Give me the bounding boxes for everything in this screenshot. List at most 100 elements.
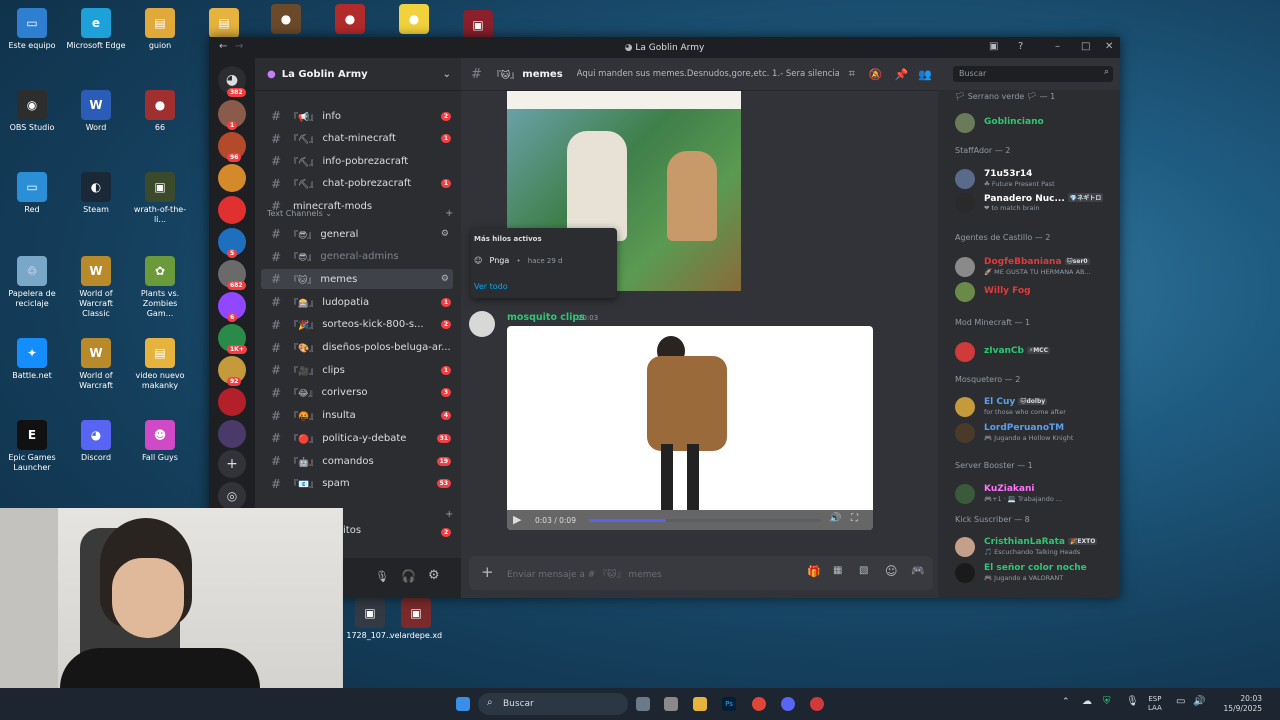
- desktop-icon[interactable]: W Word: [66, 90, 126, 133]
- desktop-icon[interactable]: ◐ Steam: [66, 172, 126, 215]
- channel-item[interactable]: # 『🤖』 comandos 19: [261, 451, 453, 471]
- desktop-icon[interactable]: ♲ Papelera de reciclaje: [2, 256, 62, 309]
- play-icon[interactable]: ▶: [513, 513, 521, 526]
- discord-taskbar-icon[interactable]: [781, 697, 795, 711]
- gift-icon[interactable]: 🎁: [807, 565, 821, 578]
- channel-settings-gear-icon[interactable]: ⚙: [441, 229, 449, 239]
- clock[interactable]: 20:03 15/9/2025: [1222, 694, 1262, 714]
- video-progress-track[interactable]: [589, 519, 821, 522]
- member-item[interactable]: zIvanCb ⚡MCC: [955, 341, 1115, 363]
- help-icon[interactable]: ?: [1018, 41, 1023, 52]
- threads-icon[interactable]: ⌗: [849, 67, 855, 81]
- cloud-icon[interactable]: ☁: [1082, 696, 1092, 707]
- taskbar-app-icon[interactable]: [664, 697, 678, 711]
- channel-settings-gear-icon[interactable]: ⚙: [441, 274, 449, 284]
- inbox-icon[interactable]: ▣: [989, 41, 998, 52]
- volume-icon[interactable]: 🔊: [829, 513, 841, 524]
- channel-item[interactable]: # 『🐱』 memes ⚙: [261, 269, 453, 290]
- microphone-icon[interactable]: 🎙: [375, 570, 389, 583]
- member-item[interactable]: El Cuy 🐱dolby for those who come after: [955, 396, 1115, 418]
- chevron-up-icon[interactable]: ⌃: [1062, 697, 1070, 707]
- attach-plus-icon[interactable]: +: [481, 563, 494, 581]
- photoshop-icon[interactable]: Ps: [722, 697, 736, 711]
- apps-controller-icon[interactable]: 🎮: [911, 564, 925, 577]
- desktop-icon[interactable]: ●: [256, 4, 316, 37]
- channel-item[interactable]: # 『😎』 general ⚙: [261, 224, 453, 244]
- server-icon[interactable]: [218, 164, 246, 192]
- channel-item[interactable]: # 『⛏』 chat-pobrezacraft 1: [261, 174, 453, 194]
- channel-item[interactable]: # 『🤬』 insulta 4: [261, 406, 453, 426]
- language-indicator[interactable]: ESP LAA: [1148, 695, 1162, 713]
- member-item[interactable]: KuZiakani 🎮+1 · 💻 Trabajando ...: [955, 483, 1115, 505]
- desktop-icon[interactable]: ◕ Discord: [66, 420, 126, 463]
- mute-bell-icon[interactable]: 🔕: [869, 68, 883, 81]
- channel-item[interactable]: # 『🎰』 ludopatia 1: [261, 292, 453, 312]
- search-input[interactable]: Buscar ⌕: [953, 66, 1113, 82]
- message-input-box[interactable]: + Enviar mensaje a # 『🐱』 memes 🎁 ▦ ▧ ☺ 🎮: [469, 556, 933, 590]
- desktop-icon[interactable]: W World of Warcraft: [66, 338, 126, 391]
- volume-tray-icon[interactable]: 🔊: [1193, 696, 1205, 707]
- headphones-icon[interactable]: 🎧: [401, 569, 416, 583]
- member-item[interactable]: CristhianLaRata 🎉EXTO 🎵 Escuchando Talking…: [955, 536, 1115, 558]
- member-item[interactable]: Goblinciano: [955, 112, 1115, 134]
- member-item[interactable]: 71u53r14 ☘ Future Present Past: [955, 168, 1115, 190]
- channel-item[interactable]: # 『⛏』 info-pobrezacraft: [261, 151, 453, 171]
- desktop-icon[interactable]: E Epic Games Launcher: [2, 420, 62, 473]
- server-icon[interactable]: [218, 388, 246, 416]
- desktop-icon[interactable]: ▭ Red: [2, 172, 62, 215]
- channel-item[interactable]: # 『📢』 info 2: [261, 106, 453, 126]
- maximize-button[interactable]: □: [1081, 41, 1090, 52]
- taskbar-search[interactable]: ⌕ Buscar: [478, 693, 628, 715]
- chrome-icon[interactable]: [752, 697, 766, 711]
- thread-item[interactable]: ☺ Pnga • hace 29 d: [474, 255, 614, 271]
- channel-item[interactable]: # 『📧』 spam 53: [261, 474, 453, 494]
- channel-item[interactable]: # 『⛏』 chat-minecraft 1: [261, 129, 453, 149]
- partial-channel[interactable]: itos: [343, 525, 361, 536]
- member-item[interactable]: Panadero Nuc... 💎ネギトロ ❤ to match brain: [955, 192, 1115, 214]
- channel-topic[interactable]: Aqui manden sus memes.Desnudos,gore,etc.…: [577, 69, 839, 79]
- taskbar-app-icon-2[interactable]: [810, 697, 824, 711]
- minimize-button[interactable]: –: [1055, 41, 1060, 52]
- desktop-icon[interactable]: ●: [384, 4, 444, 37]
- emoji-icon[interactable]: ☺: [885, 564, 898, 578]
- author-avatar[interactable]: [469, 311, 495, 337]
- discover-button[interactable]: ◎: [218, 482, 246, 510]
- desktop-icon[interactable]: ☻ Fall Guys: [130, 420, 190, 463]
- desktop-icon[interactable]: ▤ guion: [130, 8, 190, 51]
- mic-tray-icon[interactable]: 🎙: [1126, 696, 1139, 707]
- desktop-icon[interactable]: ✦ Battle.net: [2, 338, 62, 381]
- fullscreen-icon[interactable]: ⛶: [851, 513, 858, 524]
- server-icon[interactable]: [218, 420, 246, 448]
- gif-icon[interactable]: ▦: [833, 565, 842, 576]
- desktop-icon[interactable]: ● 66: [130, 90, 190, 133]
- member-item[interactable]: El señor color noche 🎮 Jugando a VALORANT: [955, 562, 1115, 584]
- channel-item[interactable]: # 『🎨』 diseños-polos-beluga-ar...: [261, 338, 453, 358]
- file-explorer-icon[interactable]: [693, 697, 707, 711]
- member-item[interactable]: Willy Fog: [955, 281, 1115, 303]
- create-channel-icon[interactable]: +: [445, 208, 453, 219]
- desktop-icon[interactable]: ▣ wrath-of-the-li...: [130, 172, 190, 225]
- desktop-icon[interactable]: ▣ velardepe.xd: [386, 598, 446, 641]
- desktop-icon[interactable]: W World of Warcraft Classic: [66, 256, 126, 319]
- guild-header[interactable]: ● La Goblin Army ⌄: [255, 58, 461, 91]
- network-icon[interactable]: ▭: [1176, 696, 1185, 707]
- desktop-icon[interactable]: ✿ Plants vs. Zombies Gam...: [130, 256, 190, 319]
- server-icon[interactable]: [218, 196, 246, 224]
- desktop-icon[interactable]: e Microsoft Edge: [66, 8, 126, 51]
- channel-item[interactable]: # 『🎉』 sorteos-kick-800-s... 2: [261, 315, 453, 335]
- settings-gear-icon[interactable]: ⚙: [428, 568, 440, 583]
- create-channel-icon-2[interactable]: +: [445, 509, 453, 520]
- sticker-icon[interactable]: ▧: [859, 565, 868, 576]
- video-player[interactable]: ▶ 0:03 / 0:09 🔊 ⛶: [507, 326, 873, 530]
- category-header[interactable]: Text Channels ⌄: [267, 209, 332, 218]
- add-server-button[interactable]: +: [218, 450, 246, 478]
- pin-icon[interactable]: 📌: [895, 68, 909, 81]
- channel-item[interactable]: # 『😂』 coriverso 3: [261, 383, 453, 403]
- member-list-icon[interactable]: 👥: [918, 68, 932, 81]
- desktop-icon[interactable]: ▤ video nuevo makanky: [130, 338, 190, 391]
- desktop-icon[interactable]: ◉ OBS Studio: [2, 90, 62, 133]
- desktop-icon[interactable]: ▭ Este equipo: [2, 8, 62, 51]
- desktop-icon[interactable]: ●: [320, 4, 380, 37]
- close-button[interactable]: ✕: [1105, 41, 1113, 52]
- channel-item[interactable]: # 『🔴』 politica-y-debate 31: [261, 428, 453, 448]
